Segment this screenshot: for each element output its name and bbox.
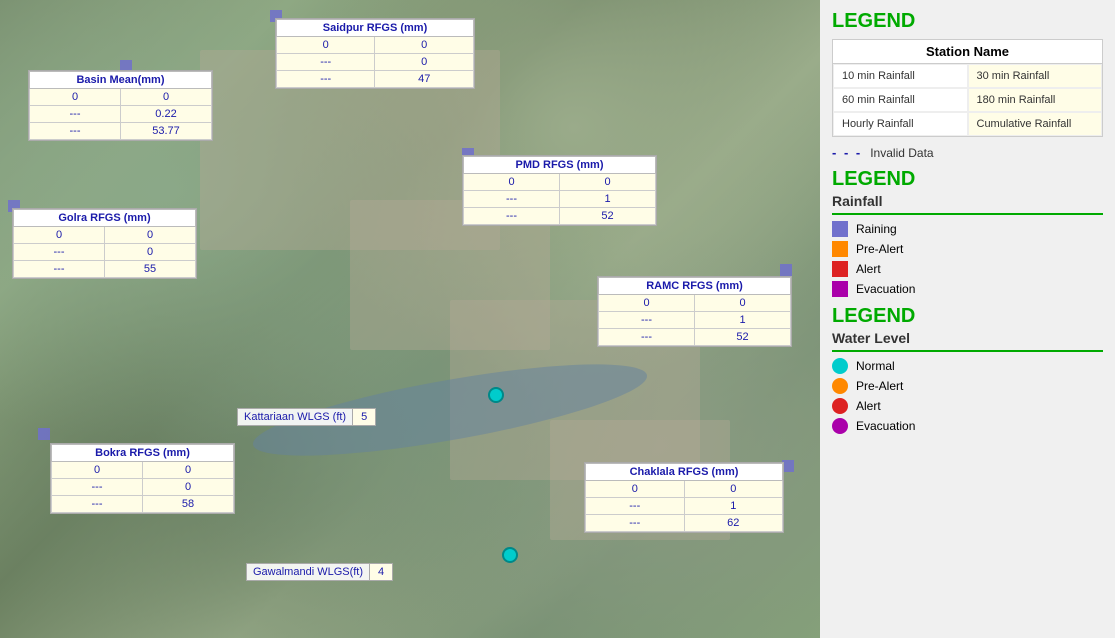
kattariaan-label: Kattariaan WLGS (ft)	[237, 408, 353, 426]
gawalmandi-wlgs-box: Gawalmandi WLGS(ft) 4	[246, 563, 393, 581]
chaklala-title: Chaklala RFGS (mm)	[586, 464, 783, 481]
golra-box: Golra RFGS (mm) 00 ---0 ---55	[12, 208, 197, 279]
invalid-data-dashes: - - -	[832, 145, 862, 160]
rainfall-subtitle: Rainfall	[832, 193, 1103, 209]
station-name-legend: Station Name 10 min Rainfall 30 min Rain…	[832, 39, 1103, 137]
chaklala-box: Chaklala RFGS (mm) 00 ---1 ---62	[584, 462, 784, 533]
waterlevel-subtitle: Water Level	[832, 330, 1103, 346]
rainfall-item-alert: Alert	[832, 261, 1103, 277]
normal-circle	[832, 358, 848, 374]
map-area: Basin Mean(mm) 00 ---0.22 ---53.77 Saidp…	[0, 0, 820, 638]
legend-title-2: LEGEND	[832, 168, 1103, 191]
wl-item-alert: Alert	[832, 398, 1103, 414]
green-divider-1	[832, 213, 1103, 215]
rainfall-evacuation-square	[832, 281, 848, 297]
cell-cumulative: Cumulative Rainfall	[968, 112, 1103, 136]
rainfall-prealert-square	[832, 241, 848, 257]
cell-30min: 30 min Rainfall	[968, 64, 1103, 88]
raining-label: Raining	[856, 222, 897, 236]
bokra-box: Bokra RFGS (mm) 00 ---0 ---58	[50, 443, 235, 514]
saidpur-title: Saidpur RFGS (mm)	[277, 20, 474, 37]
pmd-box: PMD RFGS (mm) 00 ---1 ---52	[462, 155, 657, 226]
golra-title: Golra RFGS (mm)	[14, 210, 196, 227]
saidpur-box: Saidpur RFGS (mm) 00 ---0 ---47	[275, 18, 475, 89]
normal-label: Normal	[856, 359, 895, 373]
legend-title-3: LEGEND	[832, 305, 1103, 328]
rainfall-item-prealert: Pre-Alert	[832, 241, 1103, 257]
ramc-title: RAMC RFGS (mm)	[599, 278, 791, 295]
invalid-data-row: - - - Invalid Data	[832, 145, 1103, 160]
gawalmandi-label: Gawalmandi WLGS(ft)	[246, 563, 370, 581]
basin-mean-title: Basin Mean(mm)	[30, 72, 212, 89]
cell-10min: 10 min Rainfall	[833, 64, 968, 88]
green-divider-2	[832, 350, 1103, 352]
legend-title-1: LEGEND	[832, 10, 1103, 33]
pmd-title: PMD RFGS (mm)	[464, 157, 656, 174]
rainfall-evacuation-label: Evacuation	[856, 282, 915, 296]
station-name-grid: 10 min Rainfall 30 min Rainfall 60 min R…	[833, 64, 1102, 136]
cell-60min: 60 min Rainfall	[833, 88, 968, 112]
wl-item-prealert: Pre-Alert	[832, 378, 1103, 394]
invalid-data-label: Invalid Data	[870, 146, 933, 160]
wl-alert-label: Alert	[856, 399, 881, 413]
rainfall-alert-square	[832, 261, 848, 277]
wl-prealert-circle	[832, 378, 848, 394]
rainfall-item-evacuation: Evacuation	[832, 281, 1103, 297]
wl-alert-circle	[832, 398, 848, 414]
wl-item-evacuation: Evacuation	[832, 418, 1103, 434]
wl-evacuation-circle	[832, 418, 848, 434]
raining-square	[832, 221, 848, 237]
rainfall-prealert-label: Pre-Alert	[856, 242, 903, 256]
gawalmandi-wlgs-marker	[502, 547, 518, 563]
wl-prealert-label: Pre-Alert	[856, 379, 903, 393]
rainfall-item-raining: Raining	[832, 221, 1103, 237]
basin-mean-box: Basin Mean(mm) 00 ---0.22 ---53.77	[28, 70, 213, 141]
bokra-marker	[38, 428, 50, 440]
ramc-marker	[780, 264, 792, 276]
kattariaan-value: 5	[353, 408, 376, 426]
ramc-box: RAMC RFGS (mm) 00 ---1 ---52	[597, 276, 792, 347]
kattariaan-wlgs-box: Kattariaan WLGS (ft) 5	[237, 408, 376, 426]
wl-evacuation-label: Evacuation	[856, 419, 915, 433]
cell-hourly: Hourly Rainfall	[833, 112, 968, 136]
kattariaan-wlgs-marker	[488, 387, 504, 403]
bokra-title: Bokra RFGS (mm)	[52, 445, 234, 462]
rainfall-alert-label: Alert	[856, 262, 881, 276]
cell-180min: 180 min Rainfall	[968, 88, 1103, 112]
wl-item-normal: Normal	[832, 358, 1103, 374]
gawalmandi-value: 4	[370, 563, 393, 581]
legend-panel: LEGEND Station Name 10 min Rainfall 30 m…	[820, 0, 1115, 638]
station-name-header: Station Name	[833, 40, 1102, 64]
